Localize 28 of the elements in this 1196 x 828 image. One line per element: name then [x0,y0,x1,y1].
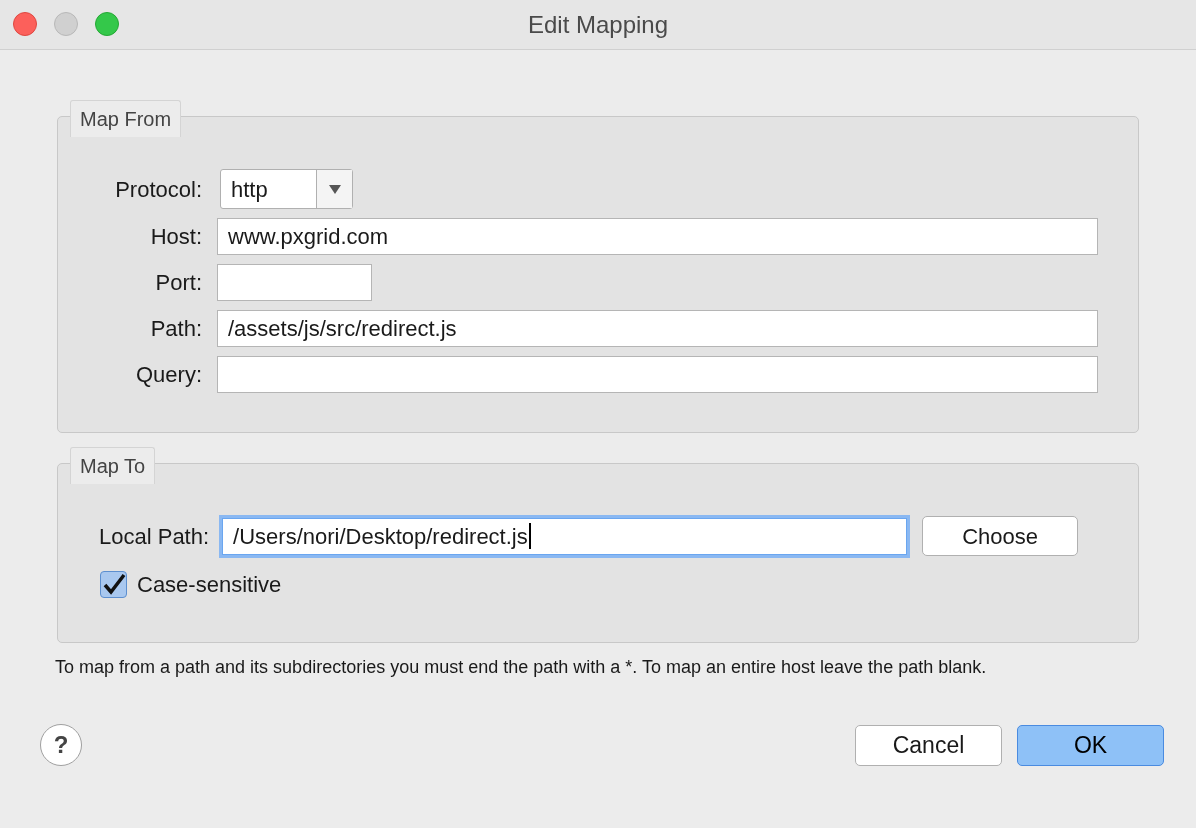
minimize-button[interactable] [54,12,78,36]
text-field[interactable] [217,356,1098,393]
choose-button[interactable]: Choose [922,516,1079,556]
window-title: Edit Mapping [527,9,669,40]
zoom-button[interactable] [95,12,119,36]
field-label: Path: [149,315,202,343]
checkbox[interactable] [100,571,127,598]
text-field[interactable]: /assets/js/src/redirect.js [217,310,1098,347]
field-label: Port: [154,269,202,297]
help-button[interactable]: ? [40,724,82,766]
group-legend: Map From [70,100,182,137]
field-label: Host: [149,223,202,251]
text-field[interactable]: /Users/nori/Desktop/redirect.js [222,517,908,555]
hint-text: To map from a path and its subdirectories you must end the path with a *. To map an entire host leave the path blank. [55,656,988,679]
field-label: Query: [134,361,202,389]
field-label: Local Path: [99,522,210,551]
checkbox-label: Case-sensitive [137,571,282,599]
dialog-button[interactable]: OK [1017,724,1164,766]
text-field[interactable]: www.pxgrid.com [217,218,1098,255]
field-label: Protocol: [114,175,202,204]
text-field[interactable] [217,264,372,301]
dropdown-arrow-icon [328,184,341,194]
checkmark-icon [101,572,126,597]
dialog-button[interactable]: Cancel [855,724,1002,766]
group-legend: Map To [70,447,156,484]
text-cursor [528,523,531,549]
close-button[interactable] [13,12,37,36]
protocol-dropdown[interactable]: http [220,169,353,209]
